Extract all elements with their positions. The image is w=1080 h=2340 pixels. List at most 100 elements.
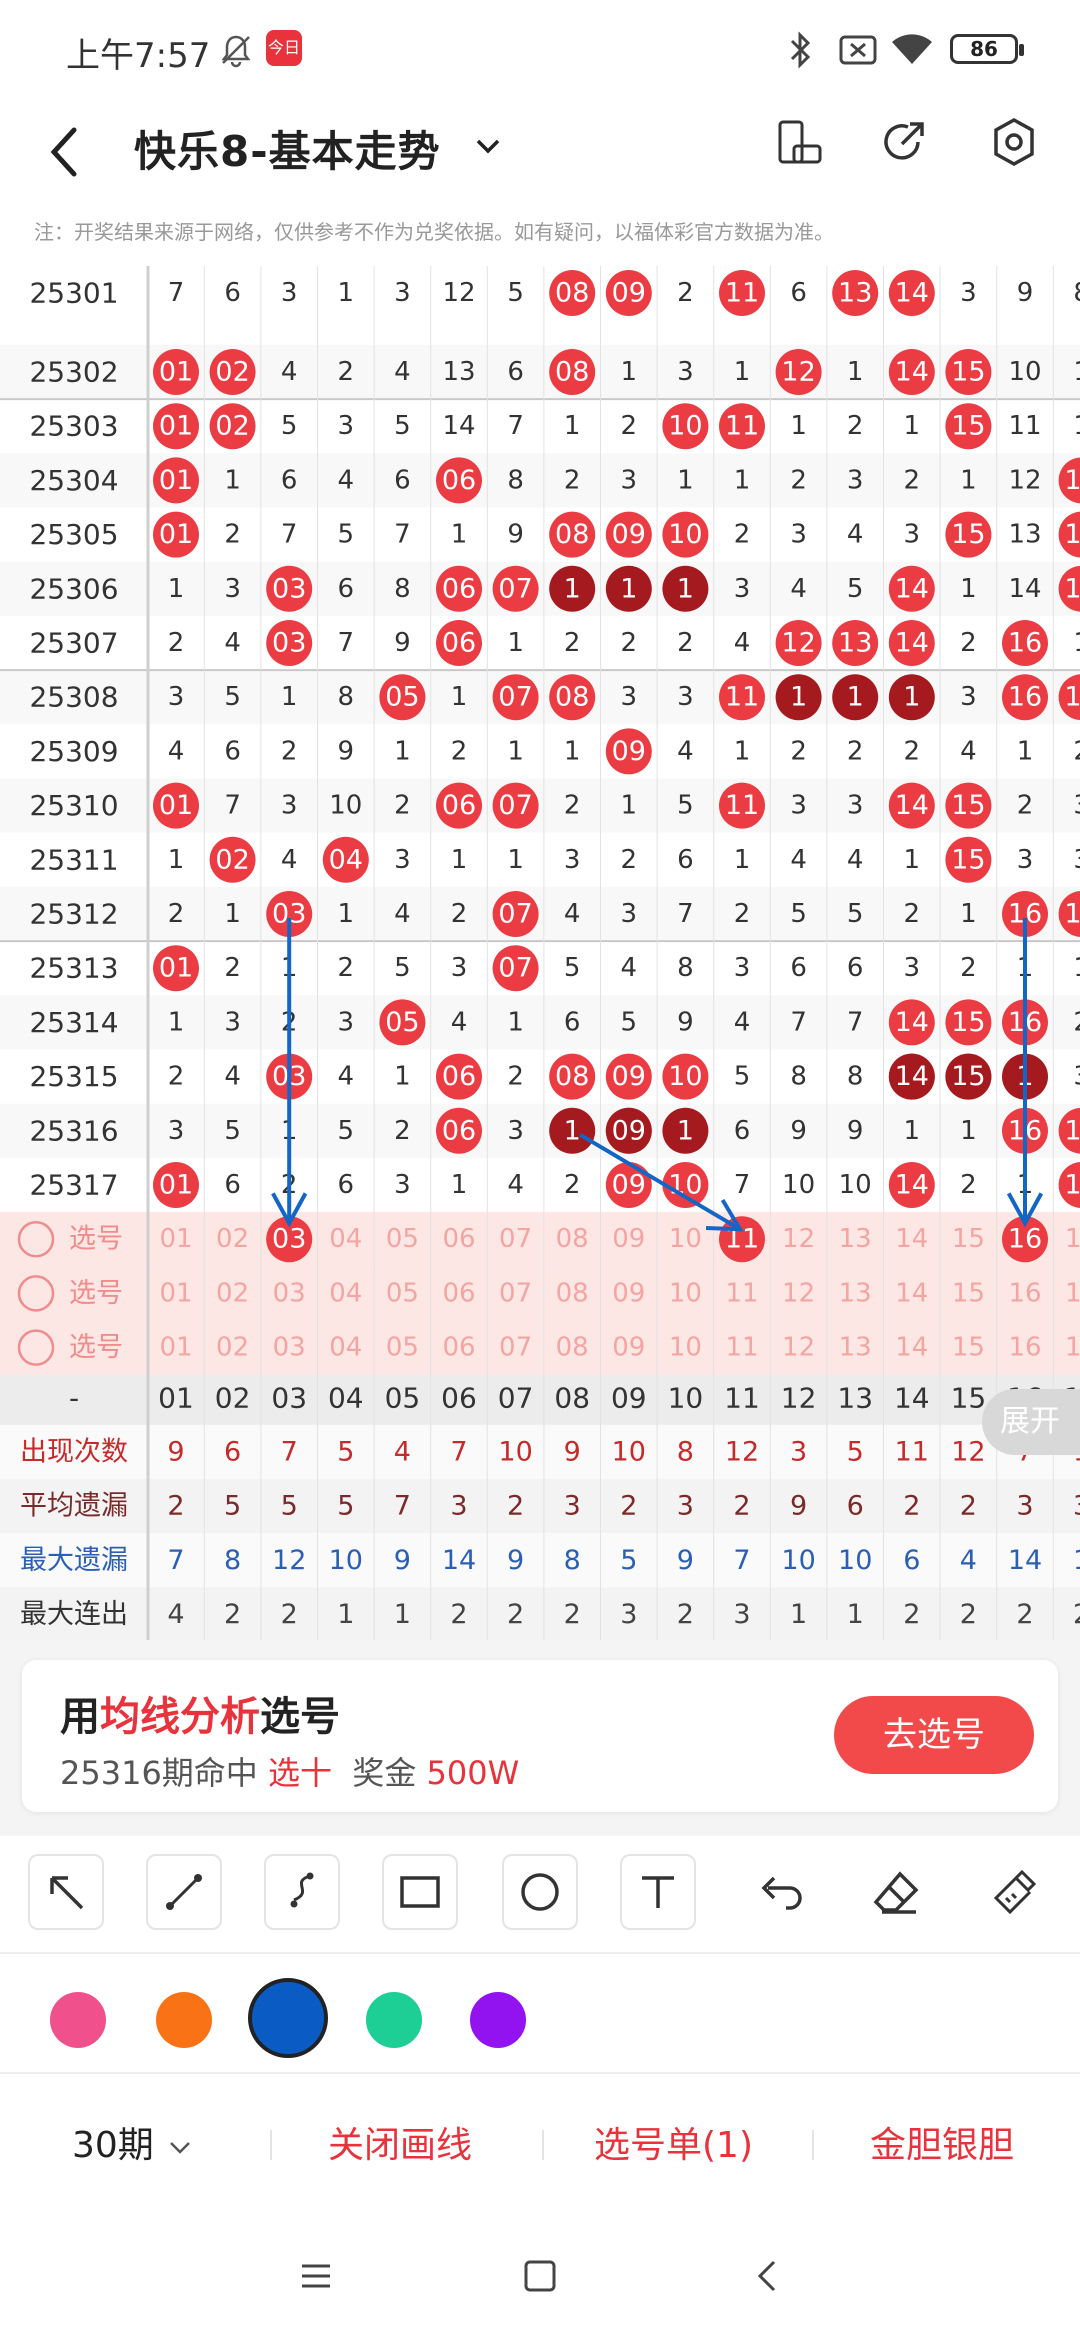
stats-column-header: 08 — [554, 1381, 590, 1414]
miss-value: 3 — [281, 791, 298, 821]
miss-value: 7 — [677, 899, 694, 929]
miss-value: 4 — [790, 574, 807, 604]
period-cell: 25305 — [29, 518, 118, 551]
stats-value: 2 — [1016, 1599, 1033, 1630]
circle-tool-button[interactable] — [502, 1854, 578, 1930]
stats-column-header: 02 — [215, 1381, 251, 1414]
go-pick-button[interactable]: 去选号 — [834, 1696, 1034, 1774]
ball-number: 01 — [159, 953, 193, 984]
miss-value: 5 — [394, 953, 411, 983]
undo-icon[interactable] — [752, 1866, 808, 1922]
settings-icon[interactable] — [986, 114, 1042, 170]
stats-value: 8 — [224, 1545, 241, 1576]
color-green-swatch[interactable] — [366, 1992, 422, 2048]
miss-value: 5 — [790, 899, 807, 929]
ball-number: 05 — [385, 1007, 419, 1038]
miss-value: 6 — [790, 278, 807, 308]
back-icon[interactable] — [44, 122, 84, 182]
miss-value: 5 — [394, 411, 411, 441]
ball-number: 09 — [612, 736, 646, 767]
ball-number: 08 — [555, 519, 589, 550]
miss-value: 7 — [168, 278, 185, 308]
stats-value: 3 — [1073, 1491, 1080, 1522]
color-pink-swatch[interactable] — [50, 1992, 106, 2048]
bluetooth-icon — [790, 31, 811, 69]
color-orange-swatch[interactable] — [156, 1992, 212, 2048]
miss-value: 2 — [451, 899, 468, 929]
back-nav-icon[interactable] — [748, 2256, 788, 2296]
ball-number: 1 — [677, 573, 694, 604]
text-tool-button[interactable] — [620, 1854, 696, 1930]
stats-value: 3 — [620, 1599, 637, 1630]
expand-button[interactable]: 展开 — [982, 1389, 1080, 1455]
ball-number: 17 — [1064, 573, 1080, 604]
miss-value: 7 — [847, 1007, 864, 1037]
miss-value: 2 — [960, 1170, 977, 1200]
clear-broom-icon[interactable] — [986, 1866, 1042, 1922]
color-blue-swatch[interactable] — [248, 1978, 328, 2058]
miss-value: 5 — [677, 791, 694, 821]
miss-value: 9 — [847, 1116, 864, 1146]
ball-number: 15 — [951, 790, 985, 821]
stats-column-header: 13 — [837, 1381, 873, 1414]
ball-number: 02 — [215, 411, 249, 442]
stats-value: 12 — [725, 1437, 759, 1468]
ball-number: 16 — [1008, 682, 1042, 713]
miss-value: 8 — [677, 953, 694, 983]
menu-icon[interactable] — [296, 2256, 336, 2296]
color-purple-swatch[interactable] — [470, 1992, 526, 2048]
screen-rotate-icon[interactable] — [770, 114, 826, 170]
ball-number: 11 — [725, 790, 759, 821]
ball-number: 07 — [498, 573, 532, 604]
pick-number: 10 — [669, 1224, 702, 1254]
stats-value: 2 — [507, 1599, 524, 1630]
pick-number: 05 — [386, 1224, 419, 1254]
curve-tool-button[interactable] — [264, 1854, 340, 1930]
miss-value: 2 — [790, 736, 807, 766]
pick-number: 08 — [556, 1333, 589, 1363]
pick-number: 06 — [442, 1278, 475, 1308]
battery-icon: 86 — [950, 34, 1024, 64]
period-cell: 25309 — [29, 735, 118, 768]
period-cell: 25316 — [29, 1114, 118, 1147]
stats-value: 9 — [394, 1545, 411, 1576]
miss-value: 2 — [168, 628, 185, 658]
ball-number: 11 — [725, 682, 759, 713]
pick-number: 08 — [556, 1278, 589, 1308]
miss-value: 5 — [224, 682, 241, 712]
line-tool-button[interactable] — [146, 1854, 222, 1930]
text-tool-icon — [642, 1876, 674, 1908]
miss-value: 3 — [224, 574, 241, 604]
page-title[interactable]: 快乐8-基本走势 — [134, 118, 441, 179]
trend-chart[interactable]: 期次01020304050607080910111213141516172530… — [0, 266, 1080, 1640]
miss-value: 4 — [224, 1062, 241, 1092]
miss-value: 10 — [839, 1170, 872, 1200]
stats-value: 6 — [903, 1545, 920, 1576]
share-icon[interactable] — [876, 114, 932, 170]
miss-value: 6 — [281, 465, 298, 495]
ball-number: 01 — [159, 465, 193, 496]
home-icon[interactable] — [520, 2256, 560, 2296]
pick-list-button[interactable]: 选号单(1) — [594, 2116, 753, 2168]
pick-number: 12 — [782, 1278, 815, 1308]
stats-value: 5 — [224, 1491, 241, 1522]
miss-value: 4 — [224, 628, 241, 658]
arrow-tool-button[interactable] — [28, 1854, 104, 1930]
gold-silver-button[interactable]: 金胆银胆 — [870, 2116, 1014, 2168]
stats-value: 8 — [564, 1545, 581, 1576]
close-lines-button[interactable]: 关闭画线 — [328, 2116, 472, 2168]
miss-value: 3 — [338, 411, 355, 441]
ball-number: 08 — [555, 682, 589, 713]
ball-number: 09 — [612, 1115, 646, 1146]
rectangle-tool-button[interactable] — [382, 1854, 458, 1930]
drawing-toolbar — [0, 1836, 1080, 1954]
miss-value: 2 — [168, 899, 185, 929]
pick-number: 04 — [329, 1333, 362, 1363]
ball-number: 17 — [1064, 465, 1080, 496]
ball-number: 15 — [951, 1007, 985, 1038]
ball-number: 1 — [564, 573, 581, 604]
period-cell: 25304 — [29, 464, 118, 497]
period-selector[interactable]: 30期 — [72, 2116, 195, 2168]
eraser-icon[interactable] — [868, 1866, 924, 1922]
chevron-down-icon[interactable] — [470, 128, 506, 164]
